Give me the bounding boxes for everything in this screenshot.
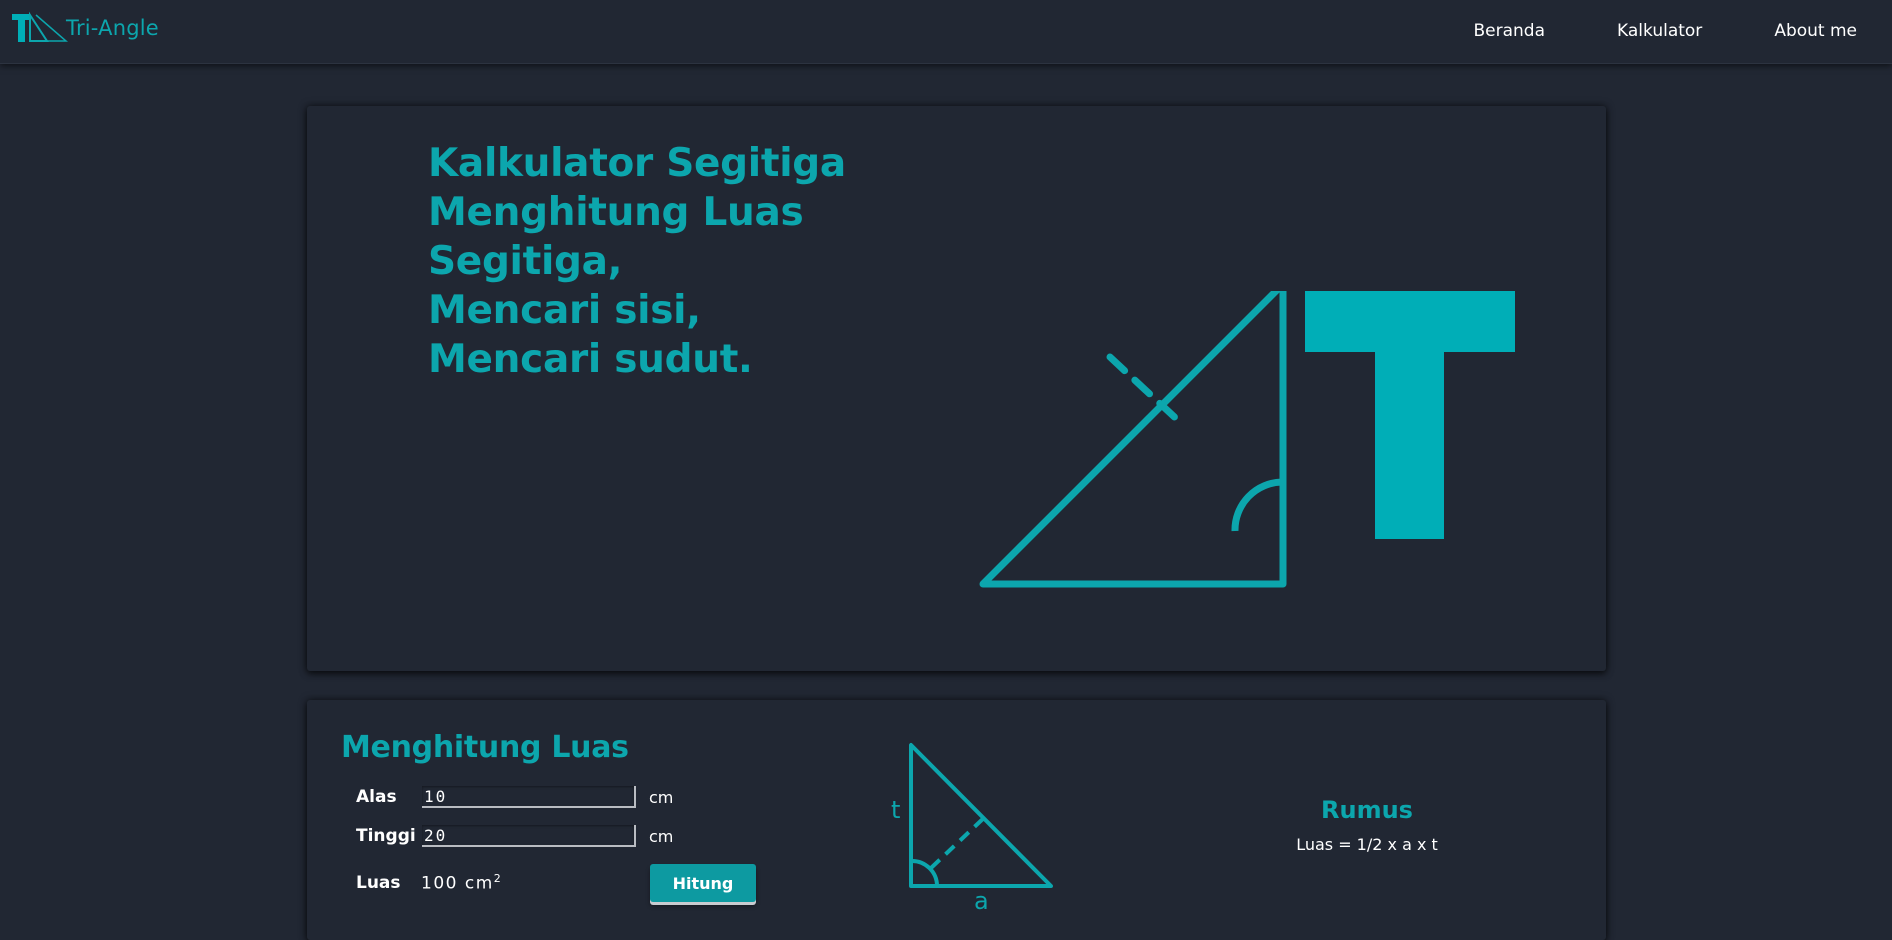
rumus-formula: Luas = 1/2 x a x t — [1296, 835, 1438, 854]
hero-card: Kalkulator Segitiga Menghitung Luas Segi… — [307, 106, 1606, 671]
hero-title-line: Menghitung Luas — [428, 190, 804, 235]
nav-link-beranda[interactable]: Beranda — [1474, 21, 1546, 41]
alas-input[interactable] — [422, 786, 636, 808]
luas-value: 100 — [421, 873, 458, 894]
hero-title-line: Kalkulator Segitiga — [428, 141, 846, 186]
diagram-label-t: t — [891, 796, 900, 824]
navbar: Tri-Angle Beranda Kalkulator About me — [0, 0, 1892, 64]
alas-label: Alas — [356, 787, 397, 807]
nav-link-about-me[interactable]: About me — [1774, 21, 1857, 41]
triangle-t-logo-icon — [12, 11, 68, 42]
hero-title-line: Segitiga, — [428, 239, 623, 284]
tinggi-input[interactable] — [422, 825, 636, 847]
diagram-label-a: a — [974, 887, 989, 915]
alas-unit: cm — [649, 788, 674, 807]
section-title: Menghitung Luas — [341, 730, 629, 765]
right-triangle-diagram-icon: t a — [891, 743, 1053, 915]
brand-name: Tri-Angle — [66, 16, 159, 40]
triangle-t-logo-large-icon — [979, 291, 1515, 588]
hitung-button[interactable]: Hitung — [650, 864, 756, 902]
luas-unit-exponent: 2 — [493, 872, 501, 885]
hero-title: Kalkulator Segitiga Menghitung Luas Segi… — [428, 139, 846, 384]
nav-links: Beranda Kalkulator About me — [1402, 0, 1858, 61]
luas-unit: cm — [464, 873, 494, 894]
calculator-card: Menghitung Luas Alas cm Tinggi cm Luas 1… — [307, 700, 1606, 940]
tinggi-unit: cm — [649, 827, 674, 846]
hero-title-line: Mencari sisi, — [428, 288, 701, 333]
luas-result: 100 cm2 — [421, 872, 501, 894]
nav-link-kalkulator[interactable]: Kalkulator — [1617, 21, 1702, 41]
hero-title-line: Mencari sudut. — [428, 337, 753, 382]
luas-label: Luas — [356, 873, 401, 893]
tinggi-label: Tinggi — [356, 826, 416, 846]
brand-link[interactable]: Tri-Angle — [10, 10, 159, 46]
rumus-title: Rumus — [1321, 796, 1413, 824]
